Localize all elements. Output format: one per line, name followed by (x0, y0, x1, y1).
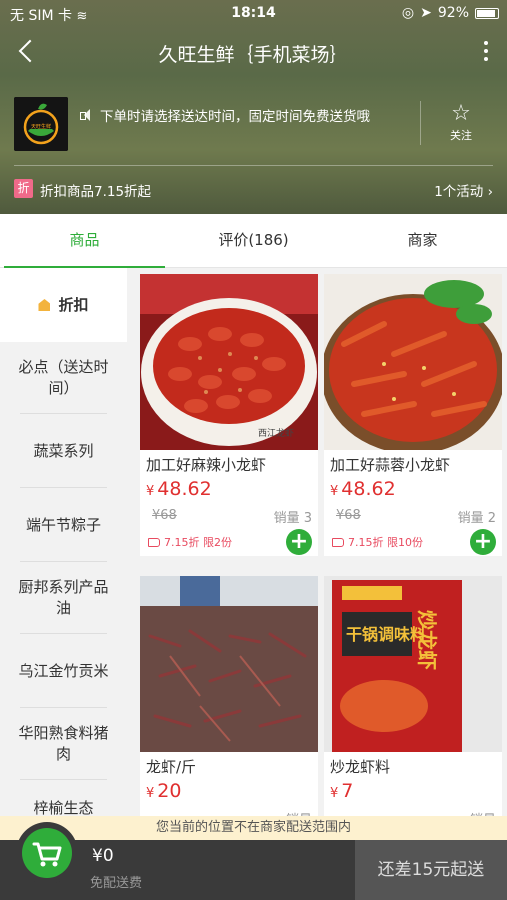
add-to-cart-button[interactable]: + (470, 529, 496, 555)
store-notice: 下单时请选择送达时间，固定时间免费送货哦 (80, 105, 370, 125)
category-item-oil[interactable]: 厨邦系列产品油 (0, 562, 127, 634)
page-title: 久旺生鲜｛手机菜场｝ (158, 44, 349, 66)
follow-label: 关注 (450, 129, 472, 142)
checkout-button[interactable]: 还差15元起送 (355, 840, 507, 900)
category-label: 必点（送达时间） (18, 358, 109, 397)
divider (14, 165, 493, 166)
discount-tag: 7.15折 限10份 (332, 534, 423, 550)
category-item-discount[interactable]: 折扣 (0, 268, 127, 342)
store-notice-text: 下单时请选择送达时间，固定时间免费送货哦 (100, 109, 370, 125)
store-header: 无 SIM 卡 ≋ 18:14 ◎ ➤ 92% 久旺生鲜｛手机菜场｝ 天旺生鲜 (0, 0, 507, 214)
location-arrow-icon: ➤ (420, 5, 432, 21)
store-logo[interactable]: 天旺生鲜 (14, 97, 68, 151)
category-item-must-order[interactable]: 必点（送达时间） (0, 342, 127, 414)
cart-total: ¥0 (92, 846, 114, 866)
product-card[interactable]: 加工好蒜蓉小龙虾 ¥48.62 ¥68 销量 2 7.15折 限10份 + (324, 274, 502, 556)
product-image[interactable] (324, 274, 502, 450)
product-name: 加工好蒜蓉小龙虾 (330, 456, 451, 474)
shopping-cart-icon (32, 842, 62, 867)
divider (420, 101, 421, 145)
svg-text:炒龙虾: 炒龙虾 (415, 610, 439, 670)
category-sidebar: 折扣 必点（送达时间） 蔬菜系列 端午节粽子 厨邦系列产品油 乌江金竹贡米 华阳… (0, 268, 127, 816)
product-image[interactable]: 干锅调味料 炒龙虾 (324, 576, 502, 752)
tag-icon (148, 537, 160, 547)
lock-rotation-icon: ◎ (401, 5, 415, 21)
product-grid: 西江龙虾 加工好麻辣小龙虾 ¥48.62 ¥68 销量 3 7.15折 限2份 … (127, 268, 507, 816)
sales-count: 销量 3 (273, 511, 312, 526)
store-logo-image: 天旺生鲜 (14, 97, 68, 151)
category-item-pork[interactable]: 华阳熟食料猪肉 (0, 708, 127, 780)
promo-text: 折扣商品7.15折起 (40, 184, 152, 200)
category-label: 梓榆生态 (33, 799, 94, 816)
star-icon: ☆ (451, 101, 471, 126)
store-info: 天旺生鲜 下单时请选择送达时间，固定时间免费送货哦 ☆ 关注 (14, 97, 493, 153)
original-price: ¥68 (152, 508, 177, 523)
product-name: 炒龙虾料 (330, 758, 391, 776)
tag-icon (38, 299, 51, 311)
battery-percent: 92% (437, 5, 469, 21)
category-item-vegetables[interactable]: 蔬菜系列 (0, 414, 127, 488)
tag-icon (332, 537, 344, 547)
tab-bar: 商品 评价(186) 商家 (0, 214, 507, 268)
activities-link[interactable]: 1个活动 › (434, 180, 493, 200)
discount-badge: 折 (14, 179, 33, 198)
product-price: ¥48.62 (330, 478, 396, 500)
speaker-icon (80, 109, 92, 121)
product-card[interactable]: 西江龙虾 加工好麻辣小龙虾 ¥48.62 ¥68 销量 3 7.15折 限2份 … (140, 274, 318, 556)
product-image[interactable] (140, 576, 318, 752)
sales-count: 销量 (286, 809, 312, 816)
cart-button[interactable] (16, 822, 78, 884)
category-item-zongzi[interactable]: 端午节粽子 (0, 488, 127, 562)
svg-text:干锅调味料: 干锅调味料 (346, 625, 426, 644)
discount-tag: 7.15折 限2份 (148, 534, 232, 550)
category-item-rice[interactable]: 乌江金竹贡米 (0, 634, 127, 708)
delivery-range-notice: 您当前的位置不在商家配送范围内 (0, 816, 507, 840)
status-bar: 无 SIM 卡 ≋ 18:14 ◎ ➤ 92% (0, 0, 507, 28)
sales-count: 销量 2 (457, 511, 496, 526)
sales-count: 销量 (470, 809, 496, 816)
add-to-cart-button[interactable]: + (286, 529, 312, 555)
follow-button[interactable]: ☆ 关注 (447, 103, 475, 143)
promo-row[interactable]: 折 折扣商品7.15折起 1个活动 › (14, 178, 493, 200)
category-label: 乌江金竹贡米 (18, 661, 109, 680)
product-card[interactable]: 干锅调味料 炒龙虾 炒龙虾料 ¥7 销量 (324, 576, 502, 816)
category-label: 蔬菜系列 (33, 441, 94, 460)
svg-text:西江龙虾: 西江龙虾 (258, 427, 294, 439)
category-label: 折扣 (58, 295, 89, 314)
more-menu-button[interactable] (483, 38, 489, 66)
tab-products[interactable]: 商品 (0, 214, 169, 268)
product-price: ¥20 (146, 780, 182, 802)
category-label: 端午节粽子 (25, 515, 101, 534)
nav-bar: 久旺生鲜｛手机菜场｝ (0, 28, 507, 76)
product-image[interactable]: 西江龙虾 (140, 274, 318, 450)
tab-merchant[interactable]: 商家 (338, 214, 507, 267)
product-name: 龙虾/斤 (146, 758, 197, 776)
product-price: ¥48.62 (146, 478, 212, 500)
svg-text:天旺生鲜: 天旺生鲜 (31, 123, 51, 130)
battery-icon (475, 7, 499, 19)
category-label: 厨邦系列产品油 (18, 578, 109, 617)
product-card[interactable]: 龙虾/斤 ¥20 销量 (140, 576, 318, 816)
product-price: ¥7 (330, 780, 354, 802)
category-label: 华阳熟食料猪肉 (18, 724, 109, 763)
category-item-eco[interactable]: 梓榆生态 (0, 780, 127, 816)
product-name: 加工好麻辣小龙虾 (146, 456, 267, 474)
tab-reviews[interactable]: 评价(186) (169, 214, 338, 267)
free-delivery-label: 免配送费 (90, 876, 143, 891)
original-price: ¥68 (336, 508, 361, 523)
cart-bar: ¥0 免配送费 还差15元起送 (0, 822, 507, 900)
